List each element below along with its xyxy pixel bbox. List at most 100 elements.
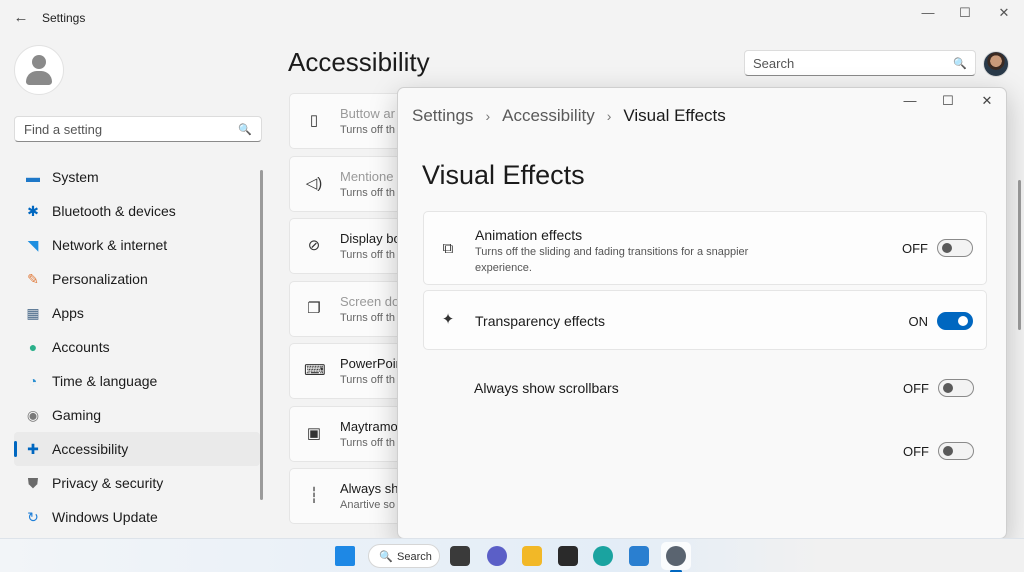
start-button-icon[interactable] [335, 546, 355, 566]
card-subtitle: Turns off th [340, 186, 396, 199]
chat-icon[interactable] [487, 546, 507, 566]
display-settings-icon: ▣ [306, 424, 322, 442]
sidebar-scrollbar[interactable] [260, 170, 263, 500]
search-icon: 🔍 [379, 551, 393, 563]
brush-icon: ✎ [27, 271, 39, 287]
extra-setting-toggle[interactable] [938, 442, 974, 460]
animation-effects-toggle[interactable] [937, 239, 973, 257]
scrollbar-icon: ┆ [309, 487, 319, 504]
animation-effects-state: OFF [902, 241, 928, 256]
toggle-knob [943, 383, 953, 393]
app-title: Settings [42, 11, 86, 25]
sidebar-item-label: Accessibility [52, 441, 129, 457]
sidebar-item-label: Network & internet [52, 237, 168, 253]
card-subtitle: Turns off th [340, 374, 396, 386]
apps-icon: ▦ [26, 305, 40, 321]
sidebar-item-label: System [52, 169, 99, 185]
sidebar-item-system[interactable]: ▬ System [14, 160, 260, 194]
accessibility-card[interactable]: ⌨ PowerPoir Turns off th [289, 343, 409, 399]
sidebar-item-gaming[interactable]: ◉ Gaming [14, 398, 260, 432]
transparency-effects-row: ✦ Transparency effects ON [423, 290, 987, 350]
dialog-minimize-button[interactable]: — [898, 92, 922, 110]
accessibility-card[interactable]: ❐ Screen do Turns off th [289, 280, 409, 337]
sidebar-nav: ▬ System ✱ Bluetooth & devices ◥ Network & in… [14, 160, 260, 534]
extra-setting-state: OFF [903, 444, 929, 459]
breadcrumb-accessibility[interactable]: Accessibility [502, 106, 595, 126]
sidebar-item-accounts[interactable]: ● Accounts [14, 330, 260, 364]
edge-icon[interactable] [593, 546, 613, 566]
toggle-knob [942, 243, 952, 253]
monitor-icon: ▬ [26, 169, 40, 185]
person-icon: ● [28, 339, 38, 355]
breadcrumb-settings[interactable]: Settings [412, 106, 473, 126]
update-icon: ↻ [27, 509, 39, 525]
visual-effects-dialog: Settings › Accessibility › Visual Effects — … [397, 87, 1007, 539]
sidebar-item-label: Accounts [52, 339, 110, 355]
sidebar-item-time-language[interactable]: ◔ Time & language [14, 364, 260, 398]
sidebar-item-privacy-security[interactable]: ⛊ Privacy & security [14, 466, 260, 500]
sidebar-item-personalization[interactable]: ✎ Personalization [14, 262, 260, 296]
main-scrollbar[interactable] [1018, 180, 1021, 330]
sidebar-item-label: Gaming [52, 407, 102, 423]
profile-avatar[interactable] [14, 45, 64, 95]
search-placeholder: Search [753, 56, 795, 71]
shield-icon: ⛊ [27, 475, 39, 491]
search-input[interactable]: Search 🔍 [744, 50, 976, 76]
sidebar-item-apps[interactable]: ▦ Apps [14, 296, 260, 330]
taskbar-search[interactable]: 🔍 Search [368, 544, 440, 568]
user-body-icon [26, 71, 52, 85]
minimize-button[interactable]: — [915, 4, 941, 22]
dialog-title: Visual Effects [422, 160, 585, 190]
card-title: Always sh [340, 481, 399, 496]
card-title: Maytramo [340, 418, 398, 434]
sidebar-item-bluetooth-devices[interactable]: ✱ Bluetooth & devices [14, 194, 260, 228]
file-explorer-icon[interactable] [522, 546, 542, 566]
always-show-scrollbars-title: Always show scrollbars [474, 380, 619, 396]
accessibility-card[interactable]: ⊘ Display bo Turns off th [289, 218, 409, 274]
accessibility-card[interactable]: ◁) Mentione Turns off th [289, 155, 409, 212]
dialog-close-button[interactable]: ✕ [975, 92, 999, 110]
card-subtitle: Turns off th [340, 249, 396, 261]
controller-icon: ◉ [26, 407, 40, 423]
close-button[interactable]: ✕ [991, 4, 1017, 22]
animation-effects-row: ⧉ Animation effects Turns off the slidin… [423, 211, 987, 285]
sidebar-item-windows-update[interactable]: ↻ Windows Update [14, 500, 260, 534]
store-icon[interactable] [558, 546, 578, 566]
accessibility-icon: ✚ [27, 441, 39, 457]
maximize-button[interactable]: ☐ [952, 4, 978, 22]
settings-icon[interactable] [666, 546, 686, 566]
card-subtitle: Turns off th [340, 436, 396, 449]
extra-setting-row: OFF [423, 421, 987, 477]
always-show-scrollbars-row: Always show scrollbars OFF [423, 358, 987, 414]
wifi-icon: ◥ [27, 237, 39, 253]
accessibility-card[interactable]: ┆ Always sh Anartive so [289, 468, 409, 524]
photos-icon[interactable] [629, 546, 649, 566]
task-view-icon[interactable] [450, 546, 470, 566]
sidebar-item-label: Bluetooth & devices [52, 203, 176, 219]
sidebar-item-accessibility[interactable]: ✚ Accessibility [14, 432, 260, 466]
bluetooth-icon: ✱ [27, 203, 39, 219]
sidebar-item-network-internet[interactable]: ◥ Network & internet [14, 228, 260, 262]
card-title: Buttow ar [340, 106, 395, 121]
transparency-effects-title: Transparency effects [475, 313, 605, 329]
accessibility-card[interactable]: ▯ Buttow ar Turns off th [289, 93, 409, 149]
page-title: Accessibility [288, 47, 430, 77]
sidebar-item-label: Apps [52, 305, 84, 321]
accessibility-card[interactable]: ▣ Maytramo Turns off th [289, 405, 409, 462]
breadcrumb: Settings › Accessibility › Visual Effects [412, 105, 726, 126]
find-setting-placeholder: Find a setting [24, 122, 103, 137]
toggle-knob [958, 316, 968, 326]
card-title: PowerPoir [340, 356, 400, 371]
card-title: Screen do [340, 293, 400, 309]
taskbar: 🔍 Search [0, 538, 1024, 572]
speaker-icon: ◁) [305, 174, 323, 192]
breadcrumb-visual-effects: Visual Effects [623, 105, 726, 125]
find-setting-input[interactable]: Find a setting 🔍 [14, 116, 262, 142]
user-avatar[interactable] [983, 51, 1009, 77]
dialog-maximize-button[interactable]: ☐ [936, 92, 960, 110]
animation-icon: ⧉ [442, 240, 454, 257]
card-title: Mentione [340, 168, 394, 184]
always-show-scrollbars-toggle[interactable] [938, 379, 974, 397]
transparency-effects-toggle[interactable] [937, 312, 973, 330]
back-arrow-icon[interactable]: ← [12, 9, 30, 27]
